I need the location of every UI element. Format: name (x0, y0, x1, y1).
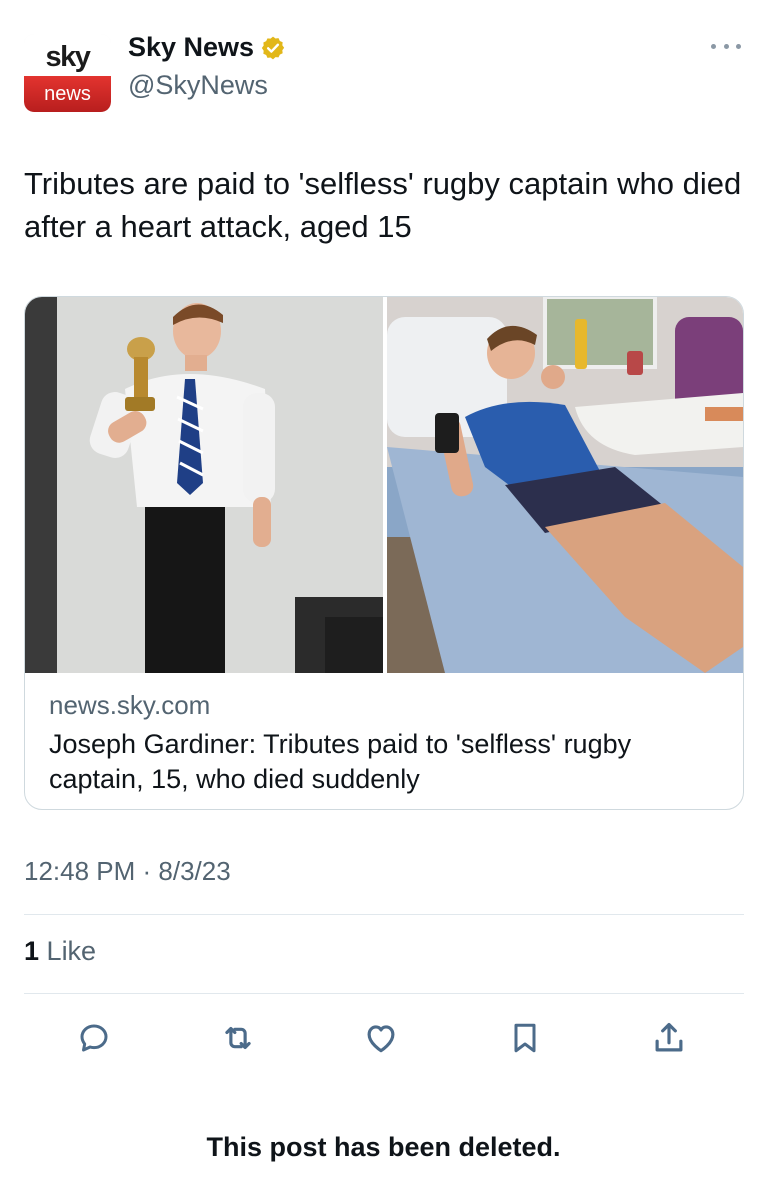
tweet-timestamp[interactable]: 12:48 PM · 8/3/23 (24, 856, 231, 887)
share-button[interactable] (647, 1016, 691, 1060)
bookmark-icon (514, 1023, 536, 1053)
card-meta[interactable]: news.sky.com Joseph Gardiner: Tributes p… (49, 690, 729, 797)
link-card[interactable]: news.sky.com Joseph Gardiner: Tributes p… (24, 296, 744, 810)
divider (24, 914, 744, 915)
tweet-text: Tributes are paid to 'selfless' rugby ca… (24, 166, 742, 244)
author-handle[interactable]: @SkyNews (128, 70, 268, 101)
card-image[interactable] (25, 297, 743, 673)
photo-trophy (25, 297, 383, 673)
likes-label: Like (46, 936, 97, 966)
verified-badge-icon (261, 36, 285, 59)
card-domain: news.sky.com (49, 690, 211, 720)
card-title[interactable]: Joseph Gardiner: Tributes paid to 'selfl… (49, 727, 729, 797)
divider (24, 993, 744, 994)
display-name[interactable]: Sky News (128, 32, 254, 63)
deleted-notice: This post has been deleted. (206, 1132, 561, 1162)
retweet-icon (225, 1026, 251, 1050)
avatar[interactable]: sky news (24, 34, 111, 112)
share-icon (655, 1022, 683, 1052)
like-icon (367, 1025, 395, 1053)
action-bar (0, 1016, 767, 1060)
likes-count: 1 (24, 936, 40, 966)
like-button[interactable] (359, 1016, 403, 1060)
retweet-button[interactable] (216, 1016, 260, 1060)
news-logo-text: news (24, 76, 111, 112)
bookmark-button[interactable] (503, 1016, 547, 1060)
author-name-row[interactable]: Sky News (128, 32, 286, 63)
more-options-icon[interactable] (711, 44, 741, 52)
likes-summary[interactable]: 1 Like (24, 936, 96, 967)
sky-logo-text: sky (24, 34, 111, 80)
photo-hospital (387, 297, 743, 673)
reply-button[interactable] (72, 1016, 116, 1060)
reply-icon (80, 1024, 108, 1052)
